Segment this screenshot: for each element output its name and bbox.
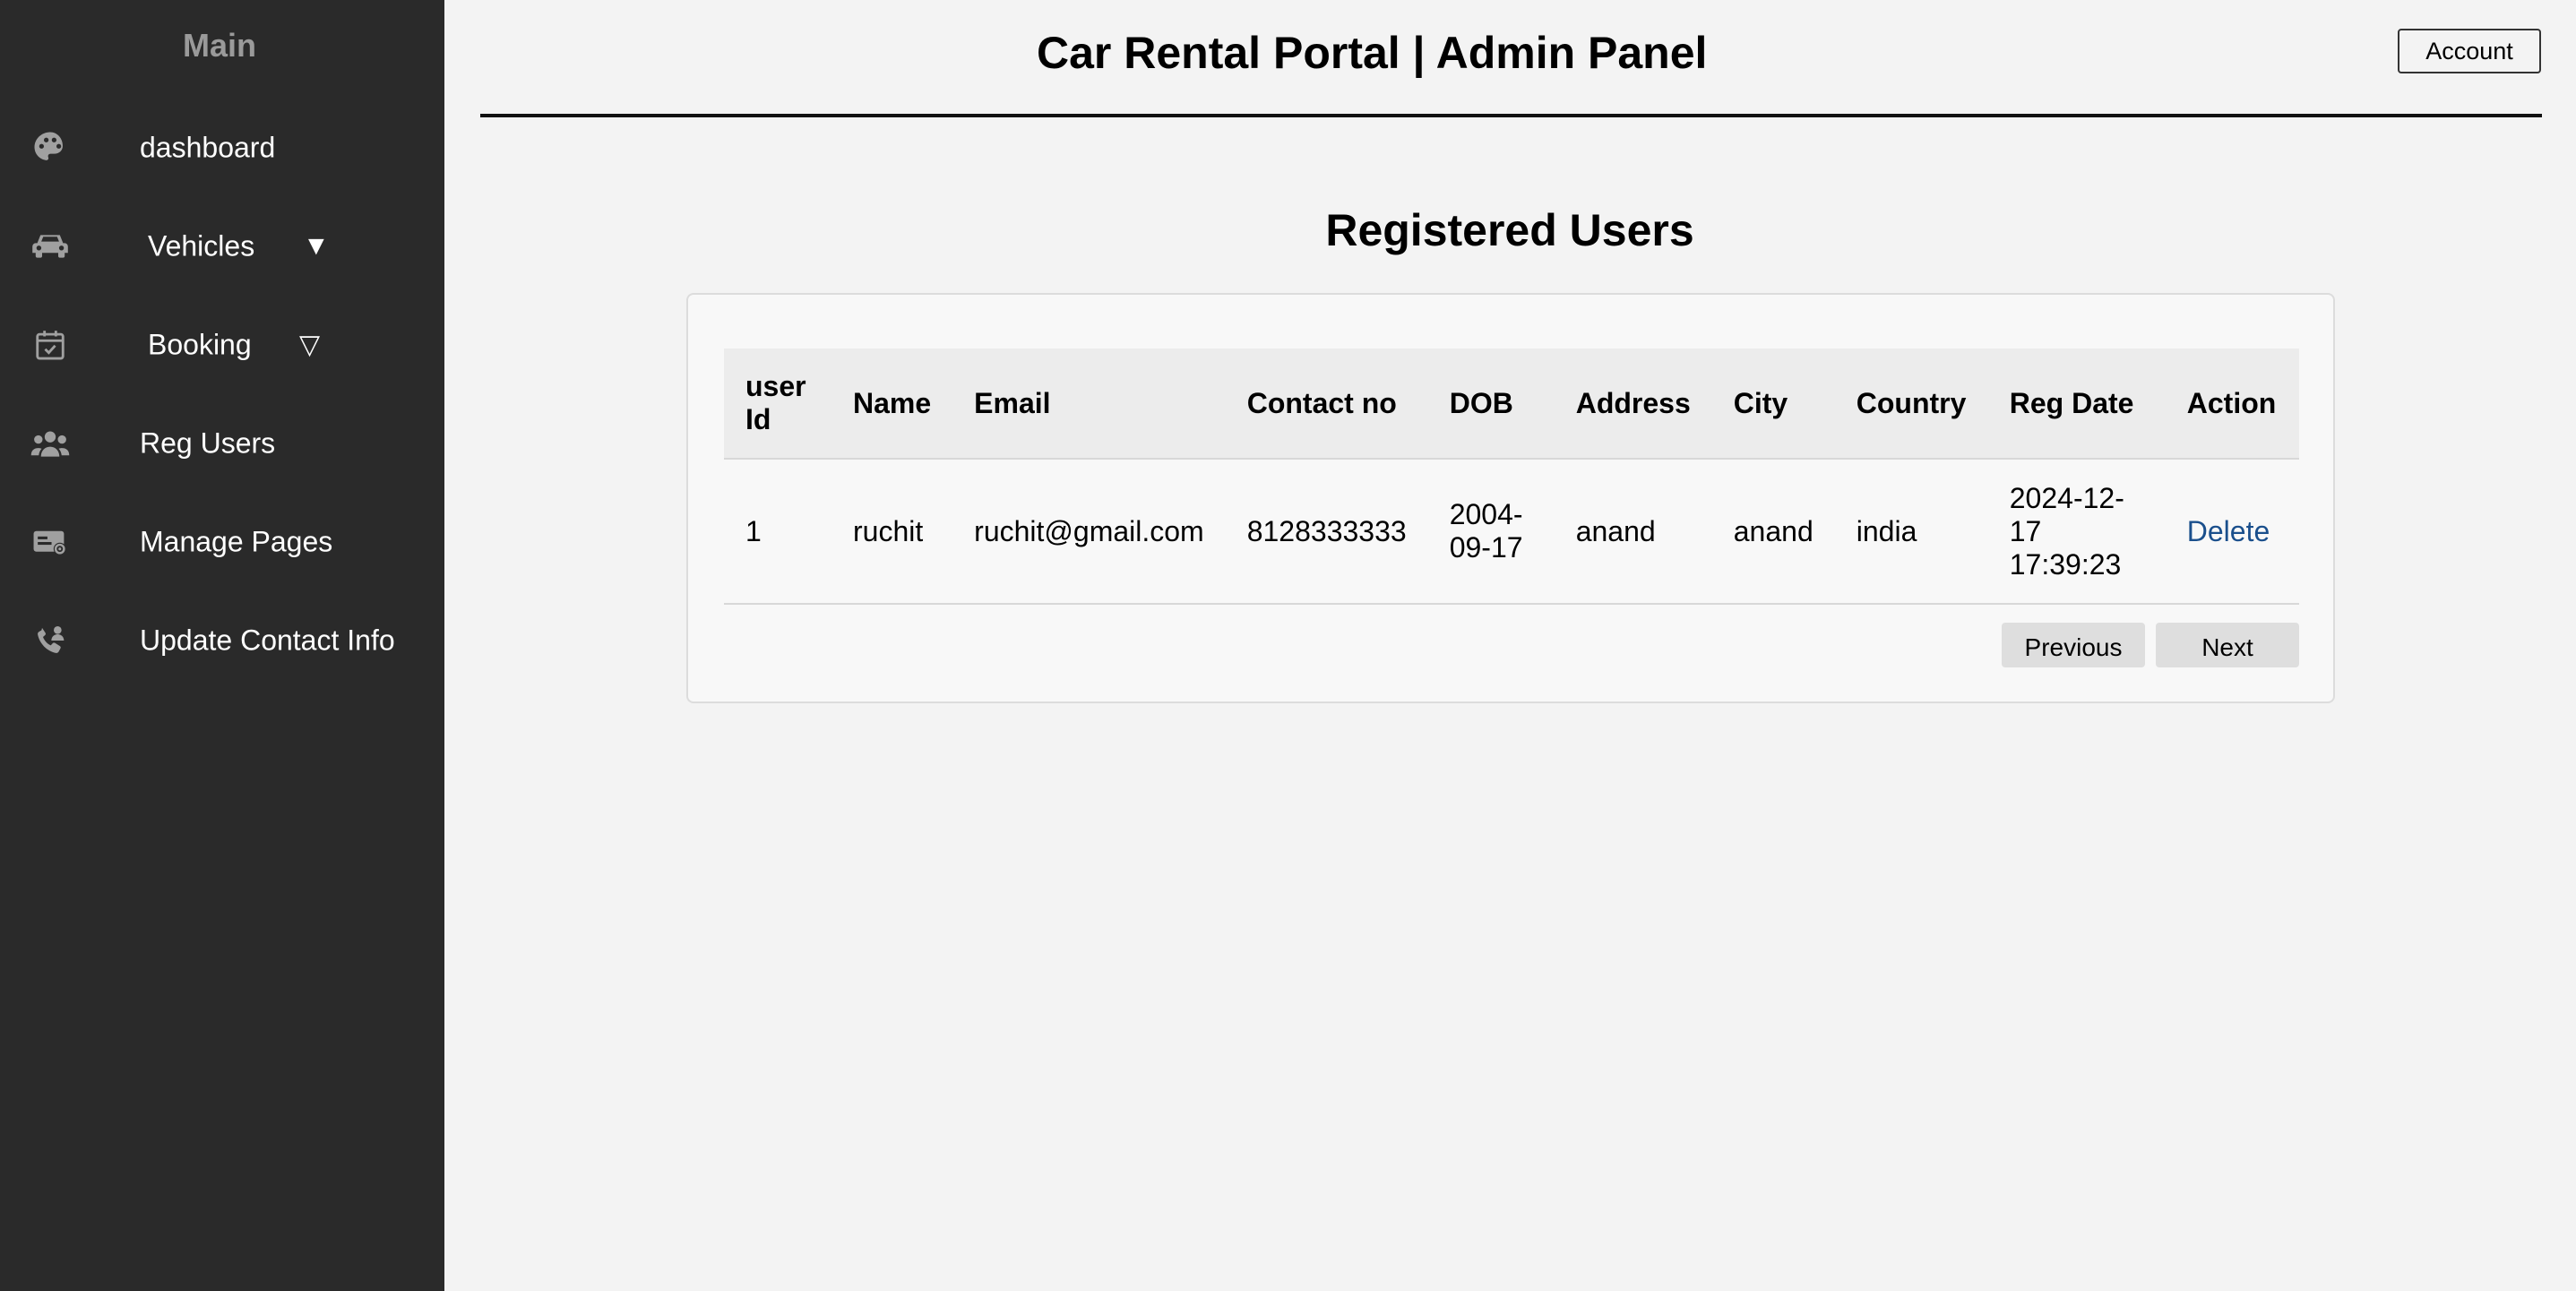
column-header-contact: Contact no (1246, 386, 1397, 419)
section-title: Registered Users (1325, 205, 1694, 255)
column-header-name: Name (853, 386, 932, 419)
cell-address: anand (1575, 514, 1656, 547)
sidebar-item-update-contact-info[interactable]: Update Contact Info (0, 591, 444, 690)
sidebar-item-label: Booking (148, 328, 252, 361)
column-header-user-id: user Id (745, 370, 806, 435)
cell-action: Delete (2166, 459, 2299, 604)
phone-user-icon (30, 621, 70, 660)
sidebar-item-manage-pages[interactable]: Manage Pages (0, 493, 444, 591)
sidebar-item-label: Manage Pages (140, 525, 333, 558)
header-divider (480, 114, 2542, 117)
column-header-reg-date: Reg Date (2009, 386, 2134, 419)
cell-dob: 2004-09-17 (1449, 498, 1523, 564)
column-header-action: Action (2186, 386, 2277, 419)
account-button[interactable]: Account (2398, 29, 2541, 73)
column-header-email: Email (974, 386, 1051, 419)
sidebar-item-label: Update Contact Info (140, 624, 395, 657)
cell-country: india (1856, 514, 1917, 547)
pages-gear-icon (30, 522, 70, 562)
sidebar-item-label: Reg Users (140, 426, 276, 460)
next-page-button[interactable]: Next (2156, 623, 2299, 667)
sidebar: Main dashboard Vehicles ▼ Booking ▽ Reg … (0, 0, 444, 1291)
previous-page-button[interactable]: Previous (2002, 623, 2145, 667)
delete-link[interactable]: Delete (2187, 515, 2270, 547)
cell-email: ruchit@gmail.com (974, 514, 1204, 547)
users-table-card: user Id Name Email Contact no DOB Addres… (686, 293, 2335, 703)
calendar-check-icon (30, 325, 70, 365)
column-header-country: Country (1856, 386, 1967, 419)
table-row: 1 ruchit ruchit@gmail.com 8128333333 200… (724, 459, 2299, 604)
column-header-city: City (1733, 386, 1788, 419)
cell-contact: 8128333333 (1246, 514, 1407, 547)
sidebar-item-label: dashboard (140, 131, 276, 164)
cell-name: ruchit (853, 514, 924, 547)
users-table: user Id Name Email Contact no DOB Addres… (724, 349, 2299, 605)
cell-city: anand (1733, 514, 1814, 547)
page-title: Car Rental Portal | Admin Panel (1037, 28, 1708, 78)
sidebar-item-reg-users[interactable]: Reg Users (0, 394, 444, 493)
cell-reg-date: 2024-12-17 17:39:23 (2009, 481, 2124, 581)
column-header-dob: DOB (1449, 386, 1513, 419)
cell-user-id: 1 (745, 514, 762, 547)
sidebar-title: Main (182, 27, 256, 64)
palette-icon (30, 128, 70, 168)
users-icon (30, 424, 70, 463)
sidebar-item-dashboard[interactable]: dashboard (0, 99, 444, 197)
table-header-row: user Id Name Email Contact no DOB Addres… (724, 349, 2299, 459)
chevron-down-outline-icon[interactable]: ▽ (299, 330, 320, 361)
column-header-address: Address (1575, 386, 1691, 419)
sidebar-item-booking[interactable]: Booking ▽ (0, 296, 444, 394)
